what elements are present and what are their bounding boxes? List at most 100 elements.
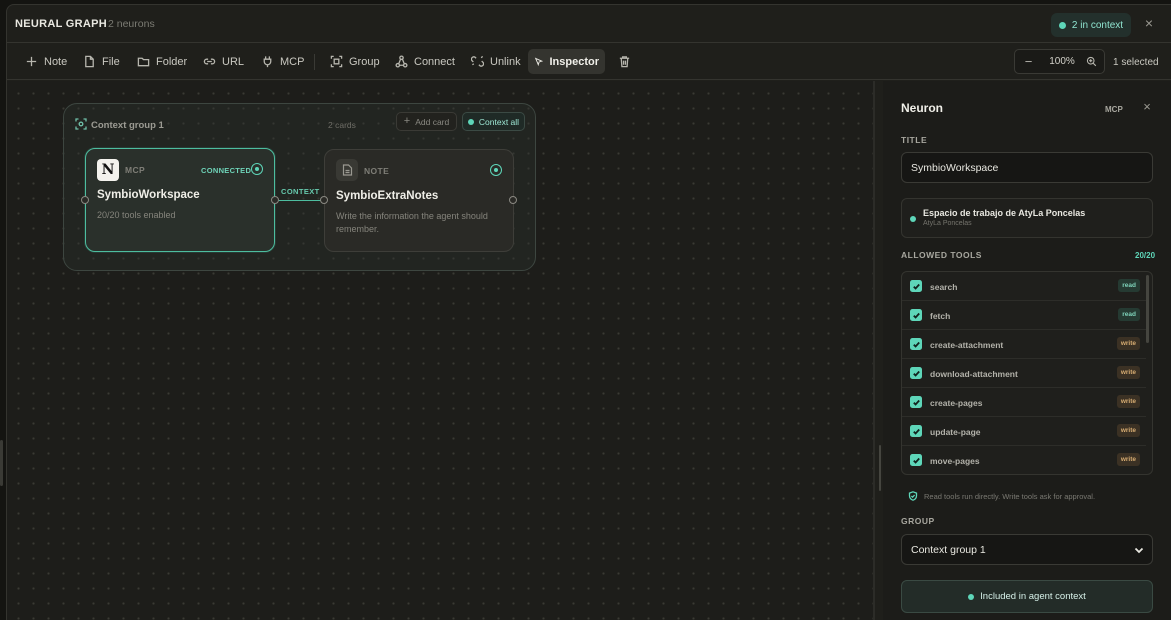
zoom-out-icon[interactable]: − bbox=[1021, 54, 1036, 69]
group-select[interactable]: Context group 1 bbox=[901, 534, 1153, 565]
mcp-neuron-card[interactable]: N MCP CONNECTED SymbioWorkspace 20/20 to… bbox=[85, 148, 275, 252]
link-icon bbox=[203, 58, 216, 65]
allowed-tools-label: ALLOWED TOOLS bbox=[901, 250, 982, 260]
tool-checkbox[interactable] bbox=[910, 396, 922, 408]
selection-count: 1 selected bbox=[1113, 57, 1159, 68]
close-window-icon[interactable]: × bbox=[1142, 16, 1156, 30]
unlink-button[interactable]: Unlink bbox=[465, 49, 527, 74]
add-url-button[interactable]: URL bbox=[197, 49, 250, 74]
connect-icon bbox=[395, 55, 408, 68]
add-folder-label: Folder bbox=[156, 55, 188, 68]
tool-row[interactable]: create-attachment write bbox=[902, 330, 1146, 359]
context-target-icon[interactable] bbox=[490, 164, 502, 176]
tools-list[interactable]: search read fetch read create-attachment writ… bbox=[901, 271, 1153, 475]
toolbar-separator bbox=[314, 54, 315, 70]
tool-mode-badge: write bbox=[1116, 337, 1140, 350]
delete-button[interactable] bbox=[612, 49, 637, 74]
graph-canvas[interactable]: Context group 1 2 cards + Add card Conte… bbox=[7, 81, 873, 620]
tool-checkbox[interactable] bbox=[910, 338, 922, 350]
tool-name: fetch bbox=[930, 311, 951, 321]
inspector-label: Inspector bbox=[549, 55, 599, 68]
tools-count: 20/20 bbox=[1135, 251, 1156, 260]
check-icon bbox=[912, 283, 920, 290]
card-output-port[interactable] bbox=[271, 196, 279, 204]
panel-divider bbox=[873, 81, 875, 620]
add-card-button[interactable]: + Add card bbox=[396, 112, 457, 131]
add-note-label: Note bbox=[44, 55, 68, 68]
zoom-in-icon[interactable] bbox=[1084, 54, 1099, 69]
tool-checkbox[interactable] bbox=[910, 454, 922, 466]
context-target-icon[interactable] bbox=[251, 163, 263, 175]
tool-name: download-attachment bbox=[930, 369, 1018, 379]
card-kind: NOTE bbox=[364, 166, 390, 176]
tool-mode-badge: read bbox=[1118, 279, 1140, 292]
zoom-control: − 100% bbox=[1014, 49, 1105, 74]
window-resize-handle[interactable] bbox=[0, 440, 3, 486]
edge-label: CONTEXT bbox=[281, 187, 320, 196]
check-icon bbox=[912, 312, 920, 319]
connect-label: Connect bbox=[414, 55, 455, 68]
group-label: GROUP bbox=[901, 516, 935, 526]
zoom-level: 100% bbox=[1049, 56, 1075, 67]
group-select-value: Context group 1 bbox=[911, 543, 986, 556]
context-all-button[interactable]: Context all bbox=[462, 112, 525, 131]
card-output-port[interactable] bbox=[509, 196, 517, 204]
close-inspector-icon[interactable]: × bbox=[1140, 100, 1154, 114]
context-edge[interactable] bbox=[279, 199, 324, 202]
toolbar: Note File Folder URL MCP Group Connect U… bbox=[7, 43, 1171, 80]
plus-icon: + bbox=[403, 115, 411, 127]
context-count-pill[interactable]: 2 in context bbox=[1051, 13, 1131, 37]
title-bar: NEURAL GRAPH 2 neurons 2 in context × bbox=[7, 5, 1171, 43]
folder-icon bbox=[137, 57, 150, 67]
tool-row[interactable]: search read bbox=[902, 272, 1146, 301]
group-icon bbox=[330, 55, 343, 68]
connect-button[interactable]: Connect bbox=[389, 49, 461, 74]
tools-scrollbar[interactable] bbox=[1146, 275, 1149, 343]
inspector-title: Neuron bbox=[901, 101, 943, 115]
neuron-type-badge: MCP bbox=[1105, 105, 1123, 114]
title-input[interactable] bbox=[901, 152, 1153, 183]
plus-icon bbox=[26, 56, 37, 67]
add-note-button[interactable]: Note bbox=[19, 49, 73, 74]
tool-checkbox[interactable] bbox=[910, 425, 922, 437]
add-mcp-label: MCP bbox=[280, 55, 305, 68]
card-input-port[interactable] bbox=[81, 196, 89, 204]
add-file-label: File bbox=[102, 55, 120, 68]
workspace-info: Espacio de trabajo de AtyLa Poncelas Aty… bbox=[901, 198, 1153, 238]
tool-row[interactable]: download-attachment write bbox=[902, 359, 1146, 388]
tool-mode-badge: write bbox=[1116, 424, 1140, 437]
inspector-panel: Neuron MCP × TITLE Espacio de trabajo de… bbox=[883, 81, 1171, 620]
check-icon bbox=[912, 341, 920, 348]
pointer-icon bbox=[534, 57, 544, 67]
tool-name: create-attachment bbox=[930, 340, 1004, 350]
inspector-button[interactable]: Inspector bbox=[528, 49, 605, 74]
add-file-button[interactable]: File bbox=[77, 49, 126, 74]
note-neuron-card[interactable]: NOTE SymbioExtraNotes Write the informat… bbox=[324, 149, 514, 252]
tool-name: search bbox=[930, 282, 958, 292]
tool-name: move-pages bbox=[930, 456, 980, 466]
tool-row[interactable]: create-pages write bbox=[902, 388, 1146, 417]
card-kind: MCP bbox=[125, 165, 146, 175]
tool-checkbox[interactable] bbox=[910, 309, 922, 321]
tool-row[interactable]: update-page write bbox=[902, 417, 1146, 446]
neuron-count: 2 neurons bbox=[108, 18, 155, 30]
tool-row[interactable]: move-pages write bbox=[902, 446, 1146, 474]
panel-resize-handle[interactable] bbox=[879, 445, 881, 491]
tool-checkbox[interactable] bbox=[910, 280, 922, 292]
group-focus-icon bbox=[75, 118, 87, 130]
card-title: SymbioExtraNotes bbox=[336, 190, 439, 202]
group-label: Group bbox=[349, 55, 380, 68]
notion-logo-icon: N bbox=[97, 159, 119, 181]
tool-checkbox[interactable] bbox=[910, 367, 922, 379]
tool-row[interactable]: fetch read bbox=[902, 301, 1146, 330]
unlink-icon bbox=[471, 55, 484, 67]
add-mcp-button[interactable]: MCP bbox=[255, 49, 310, 74]
tool-name: update-page bbox=[930, 427, 981, 437]
trash-icon bbox=[619, 56, 630, 68]
tools-hint-text: Read tools run directly. Write tools ask… bbox=[924, 491, 1096, 501]
agent-context-toggle[interactable]: Included in agent context bbox=[901, 580, 1153, 613]
card-input-port[interactable] bbox=[320, 196, 328, 204]
tool-mode-badge: read bbox=[1118, 308, 1140, 321]
add-folder-button[interactable]: Folder bbox=[131, 49, 193, 74]
group-button[interactable]: Group bbox=[324, 49, 386, 74]
